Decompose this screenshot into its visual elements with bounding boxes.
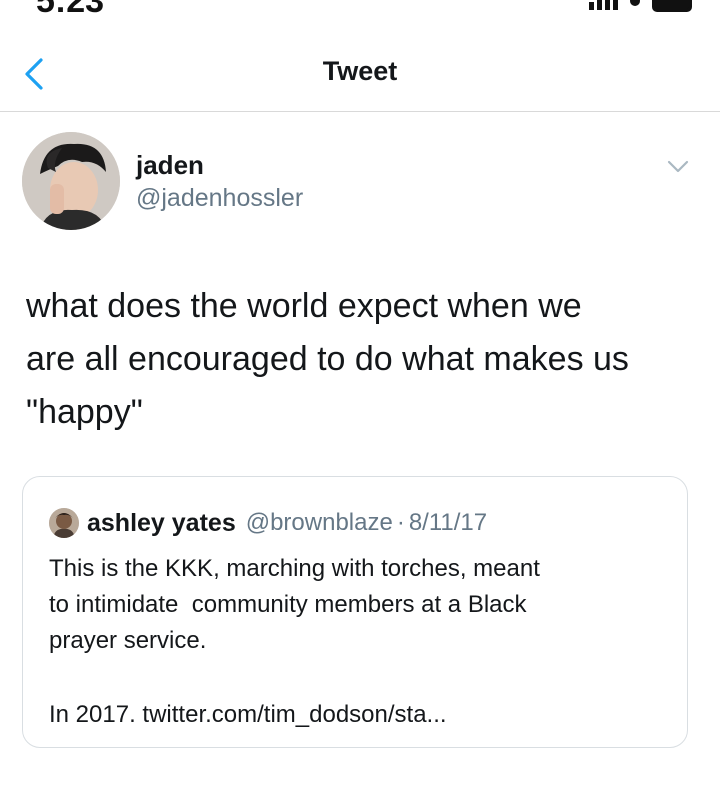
avatar-image bbox=[22, 132, 120, 230]
more-options-button[interactable] bbox=[666, 158, 690, 176]
quoted-link-line: In 2017. twitter.com/tim_dodson/sta... bbox=[49, 697, 669, 733]
chevron-down-icon bbox=[667, 160, 689, 173]
status-bar: 5:23 bbox=[0, 0, 720, 20]
quoted-date: 8/11/17 bbox=[408, 509, 488, 536]
status-icons bbox=[589, 0, 692, 12]
avatar[interactable] bbox=[22, 132, 120, 230]
quoted-tweet-text: This is the KKK, marching with torches, … bbox=[49, 555, 540, 654]
wifi-icon bbox=[630, 0, 640, 6]
quoted-author-name: ashley yates bbox=[87, 508, 236, 537]
quoted-link-prefix: In 2017. bbox=[49, 701, 136, 728]
tweet-header: jaden @jadenhossler bbox=[22, 132, 698, 236]
quoted-link[interactable]: twitter.com/tim_dodson/sta... bbox=[142, 701, 446, 728]
tweet-text: what does the world expect when we are a… bbox=[26, 287, 629, 431]
status-time: 5:23 bbox=[36, 0, 105, 20]
author-name[interactable]: jaden bbox=[136, 150, 204, 181]
quoted-avatar-image bbox=[49, 508, 79, 538]
quoted-author-handle: @brownblaze bbox=[245, 509, 393, 536]
quoted-tweet-card[interactable]: ashley yates @brownblaze · 8/11/17 This … bbox=[22, 476, 688, 748]
quoted-avatar bbox=[49, 508, 79, 538]
quoted-separator: · bbox=[396, 509, 405, 536]
author-handle[interactable]: @jadenhossler bbox=[136, 184, 303, 213]
page-title: Tweet bbox=[322, 56, 398, 86]
signal-icon bbox=[589, 0, 618, 10]
nav-bar: Tweet bbox=[0, 36, 720, 112]
battery-icon bbox=[652, 0, 692, 12]
quoted-tweet-header: ashley yates @brownblaze · 8/11/17 bbox=[49, 505, 487, 541]
